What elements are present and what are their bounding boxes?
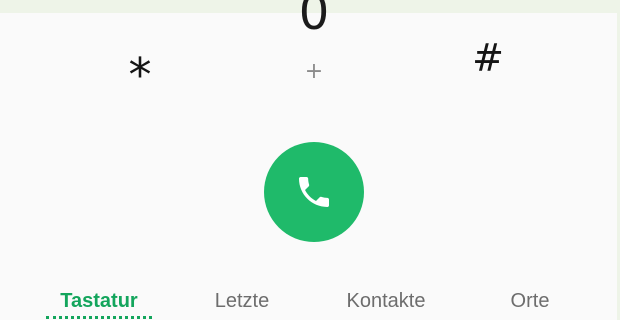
key-hash[interactable]: # (452, 33, 524, 83)
tab-keypad[interactable]: Tastatur (46, 286, 152, 320)
key-hash-label: # (472, 36, 504, 80)
active-tab-indicator (46, 316, 152, 319)
key-zero-inner: 0 + (264, 0, 364, 109)
phone-icon (299, 177, 329, 207)
call-button[interactable] (264, 142, 364, 242)
key-star[interactable]: ⁎ (104, 35, 176, 85)
dialer-screen: ⁎ 0 + # Tastatur Letzte Kontakte Orte (0, 0, 620, 320)
bottom-tab-bar: Tastatur Letzte Kontakte Orte (0, 286, 617, 320)
key-zero[interactable]: 0 + (264, 0, 364, 109)
tab-places[interactable]: Orte (487, 286, 573, 320)
key-zero-plus: + (304, 59, 324, 84)
tab-recent[interactable]: Letzte (190, 286, 294, 320)
tab-contacts[interactable]: Kontakte (320, 286, 452, 320)
key-zero-digit: 0 (298, 0, 330, 41)
key-star-label: ⁎ (128, 33, 152, 87)
dialer-content: ⁎ 0 + # (0, 0, 617, 320)
